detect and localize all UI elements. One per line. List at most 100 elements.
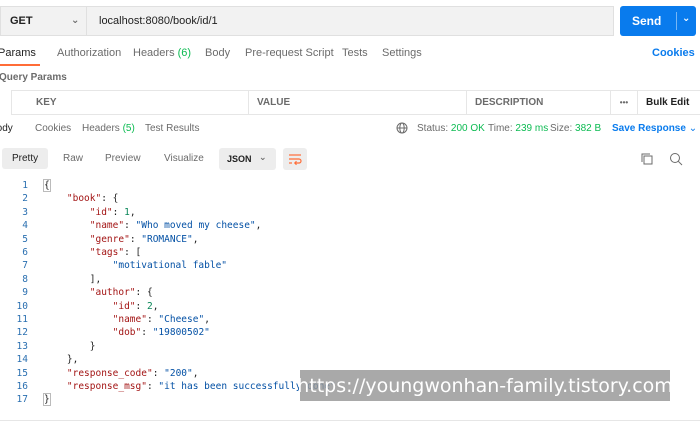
line-number: 7 (22, 260, 28, 272)
line-number: 4 (22, 220, 28, 232)
view-raw-button[interactable]: Raw (53, 148, 93, 169)
tab-response-headers-label: Headers (82, 123, 120, 134)
wrap-lines-button[interactable] (283, 148, 307, 170)
code-line: "id": 2, (112, 300, 159, 312)
search-icon[interactable] (669, 152, 683, 166)
line-number: 8 (22, 273, 28, 285)
method-label: GET (10, 15, 33, 27)
line-number: 11 (16, 314, 28, 325)
line-number: 17 (16, 394, 28, 406)
code-line: } (43, 393, 51, 407)
line-number: 15 (16, 367, 28, 379)
save-response-label: Save Response (612, 123, 686, 134)
more-label: ••• (619, 98, 629, 107)
column-key: KEY (11, 91, 248, 114)
chevron-down-icon[interactable]: ⌄ (682, 13, 690, 24)
divider (0, 420, 700, 421)
save-response-button[interactable]: Save Response ⌄ (612, 123, 697, 134)
line-number: 9 (22, 287, 28, 299)
status-value: 200 OK (450, 123, 485, 134)
view-pretty-button[interactable]: Pretty (2, 148, 49, 169)
time-value: 239 ms (515, 123, 549, 134)
response-toolbar: Pretty Raw Preview Visualize JSON ⌄ (0, 146, 700, 172)
status-display: Status: 200 OK (417, 123, 485, 134)
tab-body[interactable]: Body (205, 47, 230, 59)
line-number: 12 (16, 327, 28, 339)
size-display: Size: 382 B (550, 123, 601, 134)
code-line: "motivational fable" (112, 260, 228, 272)
tab-response-cookies[interactable]: Cookies (35, 123, 71, 134)
tab-headers[interactable]: Headers (6) (133, 47, 191, 59)
code-line: "id": 1, (89, 206, 136, 218)
bulk-edit-label: Bulk Edit (646, 97, 690, 108)
tab-response-headers[interactable]: Headers (5) (82, 123, 135, 134)
send-divider (676, 12, 677, 30)
code-line: "response_code": "200", (66, 367, 199, 379)
code-line: }, (44, 354, 79, 366)
params-table-header: KEY VALUE DESCRIPTION ••• Bulk Edit (11, 90, 700, 115)
more-options-icon[interactable]: ••• (610, 91, 637, 114)
chevron-down-icon: ⌄ (71, 15, 80, 26)
copy-icon[interactable] (640, 152, 654, 166)
status-label: Status: (417, 123, 449, 134)
code-line: { (43, 179, 51, 192)
tab-authorization[interactable]: Authorization (57, 47, 121, 59)
format-label: JSON (227, 154, 252, 164)
send-label: Send (632, 14, 662, 28)
code-line: } (44, 340, 96, 352)
view-visualize-button[interactable]: Visualize (154, 148, 214, 169)
code-line: "name": "Cheese", (112, 314, 210, 325)
query-params-label: Query Params (0, 72, 67, 83)
line-number: 1 (22, 180, 28, 191)
send-button[interactable]: Send ⌄ (620, 6, 696, 36)
postman-window: GET ⌄ localhost:8080/book/id/1 Send ⌄ Pa… (0, 0, 700, 432)
code-line: "dob": "19800502" (112, 327, 210, 339)
column-description: DESCRIPTION (466, 91, 610, 114)
view-preview-button[interactable]: Preview (95, 148, 151, 169)
tab-response-body[interactable]: Body (0, 123, 13, 134)
tab-prerequest-script[interactable]: Pre-request Script (245, 47, 334, 59)
line-number: 16 (16, 381, 28, 392)
format-select[interactable]: JSON ⌄ (219, 148, 276, 170)
column-value: VALUE (248, 91, 466, 114)
line-number: 2 (22, 193, 28, 205)
pretty-label: Pretty (12, 153, 39, 164)
active-tab-indicator (0, 64, 40, 66)
raw-label: Raw (63, 153, 84, 164)
size-label: Size: (550, 123, 573, 134)
headers-count: (6) (177, 47, 192, 59)
line-number: 13 (16, 340, 28, 352)
visualize-label: Visualize (164, 153, 204, 164)
cookies-link[interactable]: Cookies (652, 47, 695, 59)
tab-tests[interactable]: Tests (342, 47, 368, 59)
column-key-label: KEY (36, 97, 57, 108)
code-line: "author": { (89, 287, 153, 299)
code-line: ], (44, 273, 102, 285)
code-line: "name": "Who moved my cheese", (89, 220, 262, 232)
size-value: 382 B (575, 123, 602, 134)
url-input[interactable]: localhost:8080/book/id/1 (86, 6, 614, 36)
code-line: "tags": [ (89, 247, 142, 258)
time-label: Time: (488, 123, 513, 134)
globe-icon[interactable] (396, 122, 408, 134)
chevron-down-icon: ⌄ (688, 123, 698, 134)
response-headers-count: (5) (122, 123, 135, 134)
chevron-down-icon: ⌄ (259, 152, 267, 162)
line-number: 10 (16, 300, 28, 312)
bulk-edit-button[interactable]: Bulk Edit (637, 91, 700, 114)
tab-params[interactable]: Params (0, 47, 36, 59)
code-line: "response_msg": "it has been successfull… (66, 381, 336, 392)
response-tabs: Body Cookies Headers (5) Test Results St… (0, 120, 700, 142)
tab-headers-label: Headers (133, 47, 175, 59)
code-line: "genre": "ROMANCE", (89, 233, 199, 245)
column-value-label: VALUE (257, 97, 291, 108)
wrap-lines-icon (289, 154, 302, 166)
tab-settings[interactable]: Settings (382, 47, 422, 59)
method-select[interactable]: GET ⌄ (0, 6, 86, 36)
watermark: https://youngwonhan-family.tistory.com (297, 370, 673, 401)
line-number: 5 (22, 233, 28, 245)
request-tabs: Params Authorization Headers (6) Body Pr… (0, 44, 700, 66)
tab-test-results[interactable]: Test Results (145, 123, 199, 134)
line-number: 14 (16, 354, 28, 366)
time-display: Time: 239 ms (488, 123, 548, 134)
